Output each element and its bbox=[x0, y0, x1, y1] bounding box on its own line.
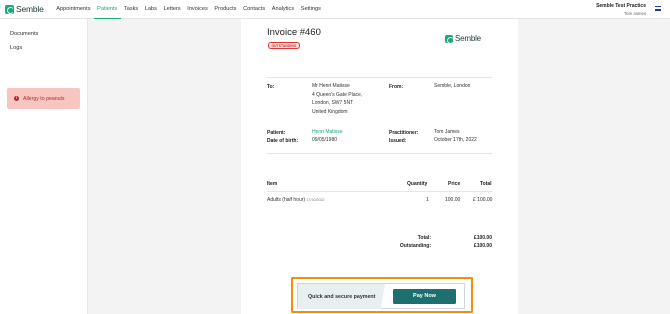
hamburger-menu-icon[interactable] bbox=[655, 6, 661, 11]
column-header-price: Price bbox=[448, 181, 461, 187]
payment-highlight: Quick and secure payment Pay Now bbox=[291, 277, 473, 313]
to-line: United Kingdom bbox=[312, 108, 348, 115]
nav-invoices[interactable]: Invoices bbox=[184, 0, 211, 19]
item-total: £ 100.00 bbox=[473, 197, 493, 203]
divider bbox=[267, 191, 492, 192]
issued-value: October 17th, 2022 bbox=[434, 137, 477, 143]
dob-label: Date of birth: bbox=[267, 138, 299, 144]
user-menu[interactable]: Semble Test Practice Tom James bbox=[596, 3, 646, 16]
allergy-alert: ! Allergy to peanuts bbox=[7, 88, 80, 109]
patient-sidebar: Documents Logs ! Allergy to peanuts bbox=[0, 19, 88, 314]
top-navbar: Semble Appointments Patients Tasks Labs … bbox=[0, 0, 670, 19]
logo-text: Semble bbox=[455, 34, 481, 43]
nav-settings[interactable]: Settings bbox=[297, 0, 324, 19]
to-line: 4 Queen's Gate Place, bbox=[312, 91, 363, 98]
nav-labs[interactable]: Labs bbox=[142, 0, 161, 19]
item-price: 100.00 bbox=[445, 197, 461, 203]
user-name: Tom James bbox=[624, 11, 646, 16]
dob-value: 09/05/1980 bbox=[312, 137, 338, 143]
main-nav: Appointments Patients Tasks Labs Letters… bbox=[53, 0, 324, 19]
nav-letters[interactable]: Letters bbox=[160, 0, 184, 19]
item-quantity: 1 bbox=[426, 197, 429, 203]
practice-name: Semble Test Practice bbox=[596, 3, 646, 9]
allergy-alert-text: Allergy to peanuts bbox=[23, 95, 65, 102]
to-address: Mr Henri Matisse 4 Queen's Gate Place, L… bbox=[312, 82, 362, 116]
semble-logo-icon bbox=[445, 34, 454, 44]
status-badge: OUTSTANDING bbox=[268, 42, 301, 49]
semble-logo-icon bbox=[5, 4, 14, 14]
column-header-total: Total bbox=[480, 181, 492, 187]
nav-patients[interactable]: Patients bbox=[93, 0, 121, 19]
column-header-quantity: Quantity bbox=[407, 181, 428, 187]
practitioner-label: Practitioner: bbox=[389, 130, 419, 136]
nav-tasks[interactable]: Tasks bbox=[121, 0, 142, 19]
alert-icon: ! bbox=[14, 96, 19, 101]
to-label: To: bbox=[267, 84, 275, 90]
pay-now-button[interactable]: Pay Now bbox=[393, 289, 456, 304]
from-label: From: bbox=[389, 84, 404, 90]
sidebar-item-documents[interactable]: Documents bbox=[10, 31, 38, 37]
nav-products[interactable]: Products bbox=[211, 0, 240, 19]
invoice-title: Invoice #460 bbox=[267, 27, 321, 38]
item-date: 17/10/2022 bbox=[306, 198, 325, 202]
divider bbox=[267, 77, 492, 78]
issued-label: Issued: bbox=[389, 138, 407, 144]
outstanding-value: £100.00 bbox=[473, 243, 492, 249]
to-line: London, SW7 5NT bbox=[312, 100, 354, 106]
invoice-logo: Semble bbox=[445, 34, 481, 44]
to-line: Mr Henri Matisse bbox=[312, 83, 350, 89]
payment-panel: Quick and secure payment Pay Now bbox=[297, 283, 465, 309]
brand-logo[interactable]: Semble bbox=[5, 4, 53, 14]
column-header-item: Item bbox=[267, 181, 278, 187]
total-value: £100.00 bbox=[473, 235, 492, 241]
item-name-text: Adults (half hour) bbox=[267, 197, 306, 203]
nav-appointments[interactable]: Appointments bbox=[53, 0, 94, 19]
nav-analytics[interactable]: Analytics bbox=[268, 0, 297, 19]
total-label: Total: bbox=[417, 235, 431, 241]
patient-label: Patient: bbox=[267, 130, 286, 136]
nav-contacts[interactable]: Contacts bbox=[240, 0, 269, 19]
brand-name: Semble bbox=[16, 4, 44, 14]
sidebar-item-logs[interactable]: Logs bbox=[10, 45, 22, 51]
divider bbox=[267, 153, 492, 154]
outstanding-label: Outstanding: bbox=[399, 243, 431, 249]
item-name: Adults (half hour) 17/10/2022 bbox=[267, 197, 324, 203]
payment-caption: Quick and secure payment bbox=[308, 294, 376, 300]
invoice-document: Invoice #460 OUTSTANDING Semble To: Mr H… bbox=[241, 19, 518, 314]
from-value: Semble, London bbox=[434, 83, 471, 89]
